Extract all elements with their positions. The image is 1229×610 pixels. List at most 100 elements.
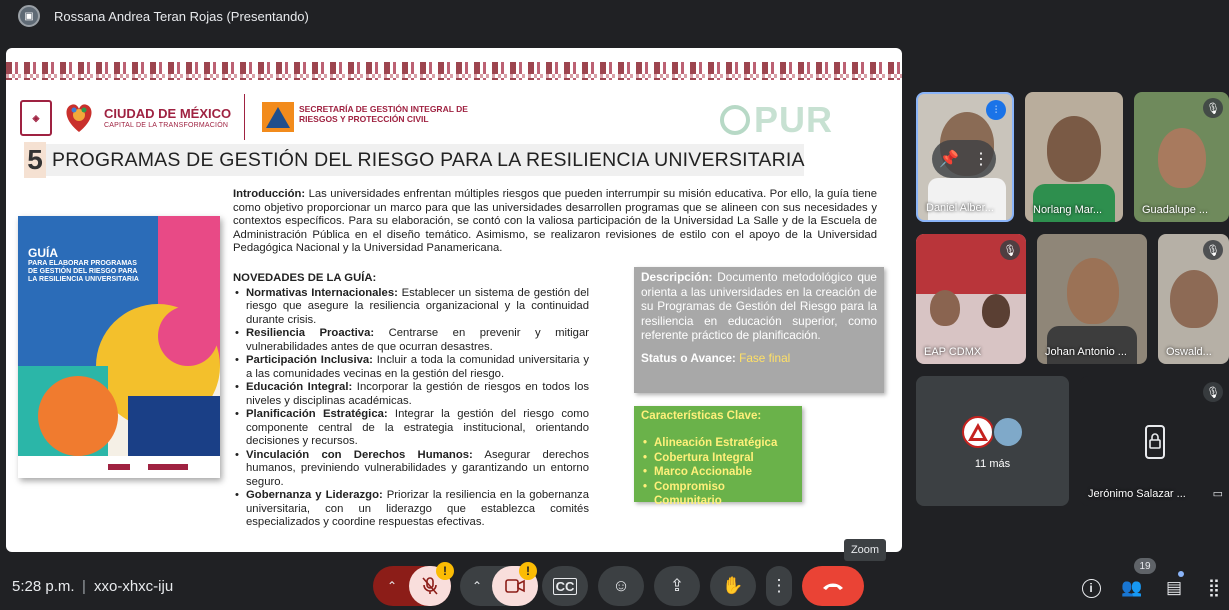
participant-video bbox=[1158, 128, 1206, 188]
heart-logo-icon bbox=[66, 104, 92, 132]
participant-name: Norlang Mar... bbox=[1033, 204, 1103, 216]
list-item-label: Resiliencia Proactiva: bbox=[246, 327, 375, 339]
presenter-label: Rossana Andrea Teran Rojas (Presentando) bbox=[54, 8, 309, 24]
tile-hover-controls: 📌 ⋮ bbox=[932, 140, 996, 178]
sgirpc-logo-icon bbox=[262, 102, 294, 132]
list-item: Vinculación con Derechos Humanos: Asegur… bbox=[233, 449, 589, 490]
end-call-icon bbox=[823, 583, 843, 590]
list-item: Educación Integral: Incorporar la gestió… bbox=[233, 381, 589, 408]
emoji-button[interactable]: ☺ bbox=[598, 566, 644, 606]
participant-tile[interactable]: ⫶ 📌 ⋮ Daniel Alber... bbox=[916, 92, 1014, 222]
speaking-indicator-icon: ⫶ bbox=[986, 100, 1006, 120]
pur-logo-text: PUR bbox=[754, 99, 834, 140]
camera-warning-badge: ! bbox=[519, 562, 537, 580]
feature-item: Compromiso Comunitario bbox=[641, 480, 795, 509]
participant-tile[interactable]: Norlang Mar... bbox=[1025, 92, 1123, 222]
participant-video bbox=[1047, 116, 1101, 182]
present-icon: ⇪ bbox=[669, 576, 685, 595]
guide-cover-image: GUÍA PARA ELABORAR PROGRAMAS DE GESTIÓN … bbox=[18, 216, 220, 478]
chevron-up-icon[interactable]: ⌃ bbox=[387, 579, 397, 593]
chat-notification-dot bbox=[1178, 571, 1184, 577]
presenting-screen-icon: ▭ bbox=[1212, 488, 1223, 500]
participant-name: EAP CDMX bbox=[924, 346, 982, 358]
chat-button[interactable]: ▤ bbox=[1162, 576, 1186, 600]
mic-off-icon bbox=[422, 577, 438, 595]
participant-name: Guadalupe ... bbox=[1142, 204, 1209, 216]
shared-slide: ◈ CIUDAD DE MÉXICO CAPITAL DE LA TRANSFO… bbox=[6, 48, 902, 552]
more-participants-tile[interactable]: 11 más bbox=[916, 376, 1069, 506]
top-bar: ▣ Rossana Andrea Teran Rojas (Presentand… bbox=[0, 0, 1229, 32]
logo-divider bbox=[244, 94, 245, 140]
cdmx-shield-icon: ◈ bbox=[20, 100, 52, 136]
status-value: Fase final bbox=[735, 350, 791, 365]
cover-subtitle: PARA ELABORAR PROGRAMAS DE GESTIÓN DEL R… bbox=[28, 260, 139, 283]
participant-tile[interactable]: Johan Antonio ... bbox=[1037, 234, 1147, 364]
participant-name: Johan Antonio ... bbox=[1045, 346, 1127, 358]
activities-icon: ⣿ bbox=[1207, 578, 1221, 597]
people-icon: 👥 bbox=[1121, 578, 1143, 597]
cdmx-logo-subtext: CAPITAL DE LA TRANSFORMACIÓN bbox=[104, 122, 229, 129]
title-number: 5 bbox=[24, 142, 46, 178]
chevron-up-icon[interactable]: ⌃ bbox=[472, 579, 482, 593]
pur-dots-icon bbox=[720, 105, 750, 135]
list-item: Normativas Internacionales: Establecer u… bbox=[233, 287, 589, 328]
raise-hand-button[interactable]: ✋ bbox=[710, 566, 756, 606]
cdmx-logo-text: CIUDAD DE MÉXICO bbox=[104, 106, 232, 121]
meeting-info-button[interactable]: i bbox=[1079, 576, 1103, 600]
activities-button[interactable]: ⣿ bbox=[1202, 576, 1226, 600]
more-options-icon[interactable]: ⋮ bbox=[973, 149, 989, 169]
participant-tile[interactable]: 🎙 Jerónimo Salazar ... ▭ bbox=[1080, 376, 1229, 506]
meeting-code: xxo-xhxc-iju bbox=[94, 578, 174, 595]
people-button[interactable]: 👥 bbox=[1120, 576, 1144, 600]
features-title: Características Clave: bbox=[641, 410, 762, 422]
chat-icon: ▤ bbox=[1165, 578, 1183, 597]
pur-logo: PUR bbox=[720, 99, 850, 140]
more-participants-label: 11 más bbox=[974, 458, 1011, 470]
status-label: Status o Avance: bbox=[641, 350, 736, 365]
mic-off-icon: 🎙 bbox=[1203, 98, 1223, 118]
participant-video bbox=[1170, 270, 1218, 328]
list-item-label: Educación Integral: bbox=[246, 381, 353, 393]
participant-face bbox=[982, 294, 1010, 328]
mic-off-icon: 🎙 bbox=[1203, 240, 1223, 260]
slide-title: PROGRAMAS DE GESTIÓN DEL RIESGO PARA LA … bbox=[52, 149, 805, 171]
list-item-label: Gobernanza y Liderazgo: bbox=[246, 489, 383, 501]
info-icon: i bbox=[1081, 578, 1101, 598]
list-item-label: Participación Inclusiva: bbox=[246, 354, 373, 366]
presenter-avatar: ▣ bbox=[18, 5, 40, 27]
zoom-tooltip: Zoom bbox=[844, 539, 886, 561]
novedades-section: NOVEDADES DE LA GUÍA: Normativas Interna… bbox=[233, 272, 589, 530]
mic-off-icon: 🎙 bbox=[1203, 382, 1223, 402]
feature-item: Marco Accionable bbox=[641, 465, 795, 480]
features-box: Características Clave: Alineación Estrat… bbox=[634, 406, 802, 507]
more-options-button[interactable]: ⋮ bbox=[766, 566, 792, 606]
decorative-pattern-line bbox=[6, 74, 902, 78]
camera-icon bbox=[505, 579, 525, 593]
participant-shirt bbox=[1033, 184, 1115, 222]
participant-tile[interactable]: 🎙 Oswald... bbox=[1158, 234, 1229, 364]
present-button[interactable]: ⇪ bbox=[654, 566, 700, 606]
list-item: Participación Inclusiva: Incluir a toda … bbox=[233, 354, 589, 381]
participant-shirt bbox=[1047, 326, 1137, 364]
novedades-list: Normativas Internacionales: Establecer u… bbox=[233, 287, 589, 530]
description-text: Descripción: Documento metodológico que … bbox=[641, 270, 877, 343]
participant-tile[interactable]: 🎙 EAP CDMX bbox=[916, 234, 1026, 364]
intro-text: Las universidades enfrentan múltiples ri… bbox=[233, 188, 877, 254]
avatar bbox=[962, 416, 994, 448]
participant-name: Daniel Alber... bbox=[926, 202, 994, 214]
end-call-button[interactable] bbox=[802, 566, 864, 606]
captions-icon: CC bbox=[552, 577, 578, 595]
captions-button[interactable]: CC bbox=[542, 566, 588, 606]
intro-label: Introducción: bbox=[233, 188, 306, 200]
time-separator: | bbox=[82, 578, 86, 595]
list-item-label: Vinculación con Derechos Humanos: bbox=[246, 448, 473, 461]
cover-title: GUÍA bbox=[28, 246, 58, 260]
pin-icon[interactable]: 📌 bbox=[939, 149, 959, 169]
participant-tile[interactable]: 🎙 Guadalupe ... bbox=[1134, 92, 1229, 222]
novedades-title: NOVEDADES DE LA GUÍA: bbox=[233, 272, 377, 284]
warning-triangle-icon bbox=[968, 423, 988, 441]
status-line: Status o Avance: Fase final bbox=[641, 351, 877, 366]
participant-video bbox=[1067, 258, 1119, 324]
list-item-label: Normativas Internacionales: bbox=[246, 286, 398, 299]
participant-name: Jerónimo Salazar ... bbox=[1088, 488, 1186, 500]
